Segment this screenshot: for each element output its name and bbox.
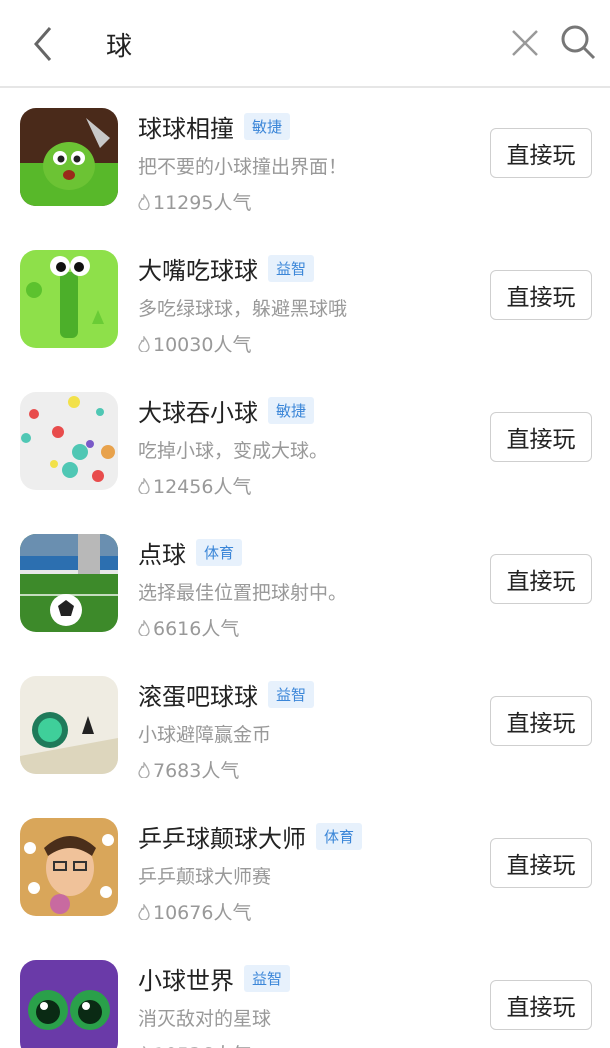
category-tag: 体育 xyxy=(316,822,363,850)
play-button[interactable]: 直接玩 xyxy=(490,128,592,178)
list-item[interactable]: 小球世界 益智 消灭敌对的星球 10536人气 直接玩 xyxy=(0,940,610,1048)
popularity-count: 10536人气 xyxy=(153,1040,251,1048)
popularity: 10030人气 xyxy=(138,330,251,357)
game-icon xyxy=(20,250,118,348)
popularity: 12456人气 xyxy=(138,472,251,499)
search-icon[interactable] xyxy=(558,22,598,62)
search-bar: 球 xyxy=(0,0,610,88)
category-tag: 体育 xyxy=(196,538,243,566)
game-icon xyxy=(20,534,118,632)
game-description: 多吃绿球球，躲避黑球哦 xyxy=(138,298,348,320)
list-item[interactable]: 大嘴吃球球 益智 多吃绿球球，躲避黑球哦 10030人气 直接玩 xyxy=(0,230,610,372)
play-button[interactable]: 直接玩 xyxy=(490,696,592,746)
back-icon[interactable] xyxy=(28,24,58,64)
list-item[interactable]: 大球吞小球 敏捷 吃掉小球，变成大球。 12456人气 直接玩 xyxy=(0,372,610,514)
play-button[interactable]: 直接玩 xyxy=(490,554,592,604)
game-description: 吃掉小球，变成大球。 xyxy=(138,440,329,462)
title-row: 大嘴吃球球 益智 xyxy=(138,250,315,286)
popularity-count: 11295人气 xyxy=(153,192,252,214)
game-description: 把不要的小球撞出界面！ xyxy=(138,156,348,178)
game-icon xyxy=(20,818,118,916)
game-title: 滚蛋吧球球 xyxy=(138,682,258,711)
popularity: 11295人气 xyxy=(138,188,251,215)
game-description: 小球避障赢金币 xyxy=(138,724,272,746)
fire-icon xyxy=(138,193,150,210)
fire-icon xyxy=(138,619,150,636)
popularity-count: 10676人气 xyxy=(153,902,252,924)
title-row: 球球相撞 敏捷 xyxy=(138,108,291,144)
list-item[interactable]: 球球相撞 敏捷 把不要的小球撞出界面！ 11295人气 直接玩 xyxy=(0,88,610,230)
game-title: 球球相撞 xyxy=(138,114,234,143)
fire-icon xyxy=(138,335,150,352)
popularity-count: 10030人气 xyxy=(153,334,252,356)
title-row: 点球 体育 xyxy=(138,534,243,570)
play-button[interactable]: 直接玩 xyxy=(490,270,592,320)
game-title: 小球世界 xyxy=(138,966,234,995)
popularity: 7683人气 xyxy=(138,756,239,783)
fire-icon xyxy=(138,903,150,920)
popularity-count: 7683人气 xyxy=(153,760,240,782)
game-description: 选择最佳位置把球射中。 xyxy=(138,582,348,604)
game-icon xyxy=(20,108,118,206)
popularity-count: 6616人气 xyxy=(153,618,240,640)
title-row: 小球世界 益智 xyxy=(138,960,291,996)
category-tag: 敏捷 xyxy=(244,112,291,140)
game-title: 大嘴吃球球 xyxy=(138,256,258,285)
game-description: 消灭敌对的星球 xyxy=(138,1008,272,1030)
game-title: 乒乒球颠球大师 xyxy=(138,824,306,853)
title-row: 大球吞小球 敏捷 xyxy=(138,392,315,428)
category-tag: 益智 xyxy=(268,680,315,708)
list-item[interactable]: 乒乒球颠球大师 体育 乒乒颠球大师赛 10676人气 直接玩 xyxy=(0,798,610,940)
game-icon xyxy=(20,676,118,774)
list-item[interactable]: 滚蛋吧球球 益智 小球避障赢金币 7683人气 直接玩 xyxy=(0,656,610,798)
popularity: 10676人气 xyxy=(138,898,251,925)
game-icon xyxy=(20,960,118,1048)
game-icon xyxy=(20,392,118,490)
game-description: 乒乒颠球大师赛 xyxy=(138,866,272,888)
list-item[interactable]: 点球 体育 选择最佳位置把球射中。 6616人气 直接玩 xyxy=(0,514,610,656)
clear-icon[interactable] xyxy=(508,26,542,60)
category-tag: 益智 xyxy=(244,964,291,992)
play-button[interactable]: 直接玩 xyxy=(490,838,592,888)
game-title: 大球吞小球 xyxy=(138,398,258,427)
title-row: 滚蛋吧球球 益智 xyxy=(138,676,315,712)
category-tag: 益智 xyxy=(268,254,315,282)
game-title: 点球 xyxy=(138,540,186,569)
popularity: 10536人气 xyxy=(138,1040,251,1048)
fire-icon xyxy=(138,761,150,778)
fire-icon xyxy=(138,477,150,494)
popularity-count: 12456人气 xyxy=(153,476,252,498)
title-row: 乒乒球颠球大师 体育 xyxy=(138,818,363,854)
search-input[interactable]: 球 xyxy=(106,26,132,63)
category-tag: 敏捷 xyxy=(268,396,315,424)
popularity: 6616人气 xyxy=(138,614,239,641)
play-button[interactable]: 直接玩 xyxy=(490,412,592,462)
play-button[interactable]: 直接玩 xyxy=(490,980,592,1030)
